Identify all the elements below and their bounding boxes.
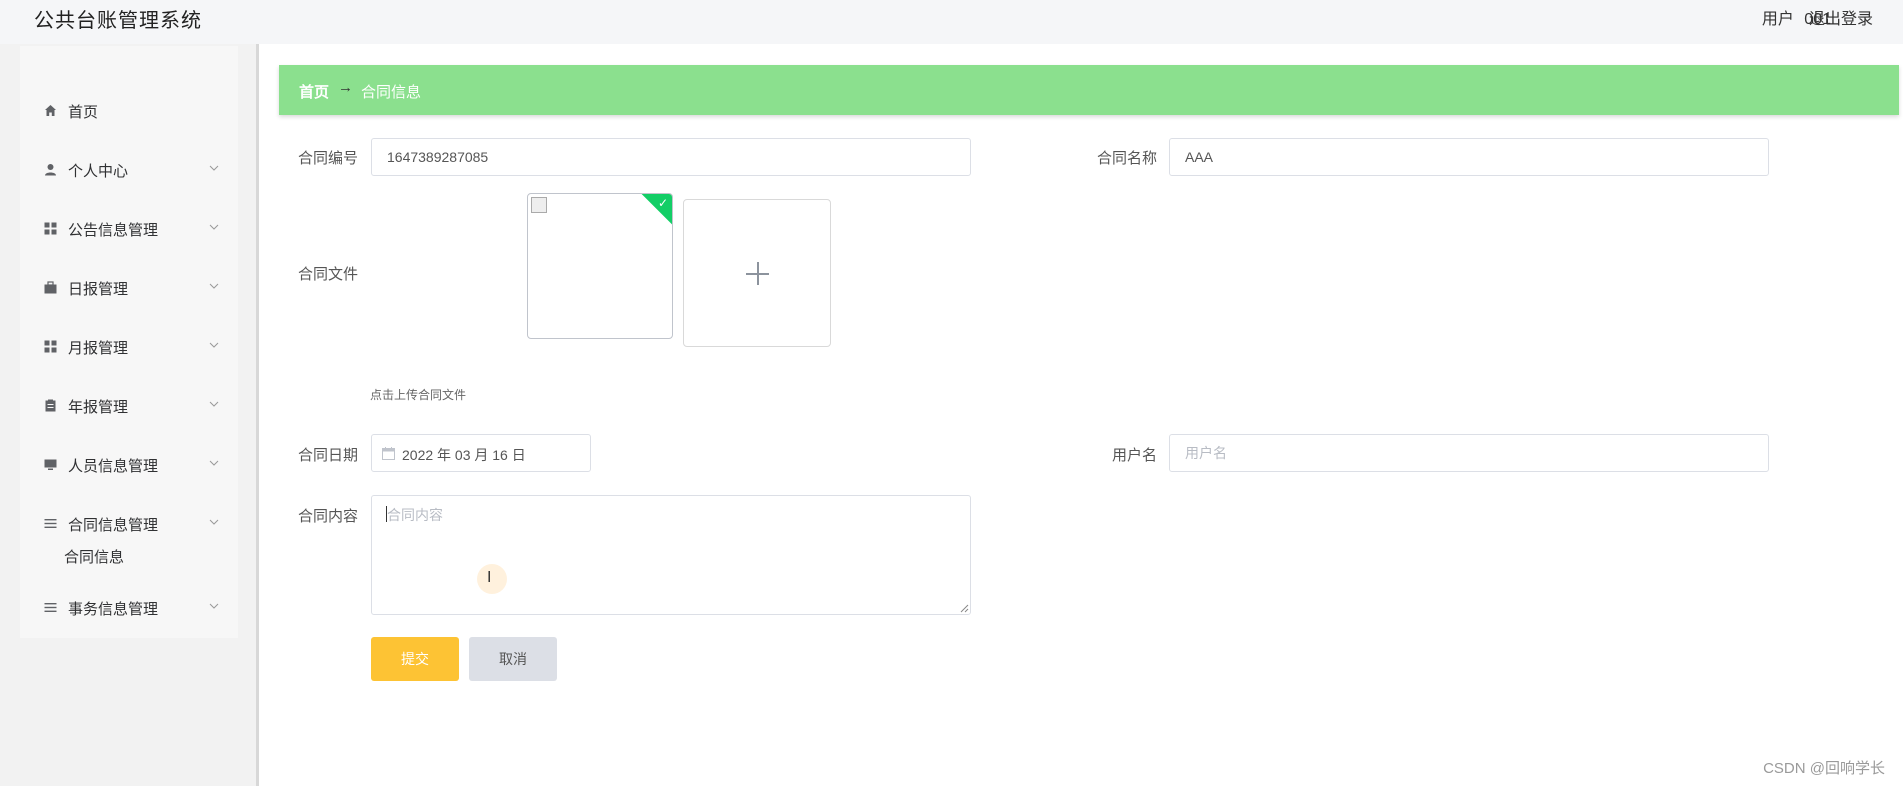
uploaded-file-thumbnail[interactable]: ✓	[527, 193, 673, 339]
calendar-icon	[382, 447, 395, 460]
grid-icon	[44, 222, 57, 235]
sidebar-item-notice-management[interactable]: 公告信息管理	[20, 209, 238, 249]
sidebar-subitem-contract-info[interactable]: 合同信息	[64, 546, 124, 567]
upload-add-button[interactable]	[683, 199, 831, 347]
breadcrumb-arrow-icon: →	[338, 79, 353, 96]
sidebar-item-label: 合同信息管理	[68, 517, 159, 534]
chevron-down-icon	[209, 283, 219, 289]
resize-handle-icon[interactable]	[959, 603, 969, 613]
sidebar-menu: 首页 个人中心 公告信息管理 日报管理 月报管理 年报管理 人员信息管理 合同信…	[20, 46, 238, 638]
breadcrumb-current: 合同信息	[361, 84, 422, 101]
plus-icon	[757, 262, 759, 285]
chevron-down-icon	[209, 165, 219, 171]
sidebar-item-daily-report[interactable]: 日报管理	[20, 268, 238, 308]
grid-icon	[44, 340, 57, 353]
home-icon	[44, 104, 57, 117]
contract-no-label: 合同编号	[297, 150, 358, 167]
submit-button[interactable]: 提交	[371, 637, 459, 681]
monitor-icon	[44, 458, 57, 471]
sidebar-panel: 首页 个人中心 公告信息管理 日报管理 月报管理 年报管理 人员信息管理 合同信…	[0, 44, 259, 786]
user-icon	[44, 163, 57, 176]
contract-content-placeholder: 合同内容	[387, 507, 443, 523]
text-caret	[386, 506, 387, 522]
chevron-down-icon	[209, 224, 219, 230]
chevron-down-icon	[209, 342, 219, 348]
sidebar-item-label: 年报管理	[68, 399, 129, 416]
chevron-down-icon	[209, 460, 219, 466]
contract-date-picker[interactable]: 2022 年 03 月 16 日	[371, 434, 591, 472]
contract-date-value: 2022 年 03 月 16 日	[402, 447, 526, 463]
contract-name-label: 合同名称	[1096, 150, 1157, 167]
clipboard-icon	[44, 399, 57, 412]
sidebar-item-home[interactable]: 首页	[20, 91, 238, 131]
contract-content-label: 合同内容	[297, 508, 358, 525]
chevron-down-icon	[209, 603, 219, 609]
chevron-down-icon	[209, 519, 219, 525]
breadcrumb-home-link[interactable]: 首页	[299, 81, 329, 102]
sidebar-item-staff-info[interactable]: 人员信息管理	[20, 445, 238, 485]
contract-date-label: 合同日期	[297, 447, 358, 464]
chevron-down-icon	[209, 401, 219, 407]
mouse-cursor-indicator: I	[477, 564, 507, 594]
breadcrumb: 首页 → 合同信息	[279, 65, 1899, 115]
sidebar-item-label: 月报管理	[68, 340, 129, 357]
sidebar-item-label: 首页	[68, 104, 99, 121]
username-label: 用户名	[1111, 447, 1157, 464]
list-icon	[44, 601, 57, 614]
upload-tip: 点击上传合同文件	[370, 388, 467, 402]
sidebar-item-label: 日报管理	[68, 281, 129, 298]
sidebar-item-label: 公告信息管理	[68, 222, 159, 239]
sidebar-item-label: 个人中心	[68, 163, 129, 180]
briefcase-icon	[44, 281, 57, 294]
sidebar-item-contract-management[interactable]: 合同信息管理	[20, 504, 238, 544]
sidebar-item-label: 人员信息管理	[68, 458, 159, 475]
username-input[interactable]	[1169, 434, 1769, 472]
contract-file-label: 合同文件	[297, 266, 358, 283]
sidebar-item-monthly-report[interactable]: 月报管理	[20, 327, 238, 367]
cancel-button[interactable]: 取消	[469, 637, 557, 681]
contract-name-input[interactable]	[1169, 138, 1769, 176]
list-icon	[44, 517, 57, 530]
sidebar-item-label: 事务信息管理	[68, 601, 159, 618]
top-header: 公共台账管理系统 用户 001 退出登录	[0, 0, 1903, 44]
sidebar-item-annual-report[interactable]: 年报管理	[20, 386, 238, 426]
broken-image-icon	[531, 197, 547, 213]
contract-content-textarea[interactable]: 合同内容	[371, 495, 971, 615]
upload-success-badge	[640, 194, 672, 226]
contract-no-input[interactable]	[371, 138, 971, 176]
sidebar-item-personal-center[interactable]: 个人中心	[20, 150, 238, 190]
app-title: 公共台账管理系统	[34, 10, 202, 32]
check-icon: ✓	[657, 196, 668, 210]
user-label: 用户	[1761, 11, 1794, 28]
watermark: CSDN @回响学长	[1763, 760, 1885, 777]
sidebar-item-affairs-management[interactable]: 事务信息管理	[20, 588, 238, 628]
text-cursor-icon: I	[487, 569, 492, 586]
logout-button[interactable]: 退出登录	[1809, 5, 1873, 29]
